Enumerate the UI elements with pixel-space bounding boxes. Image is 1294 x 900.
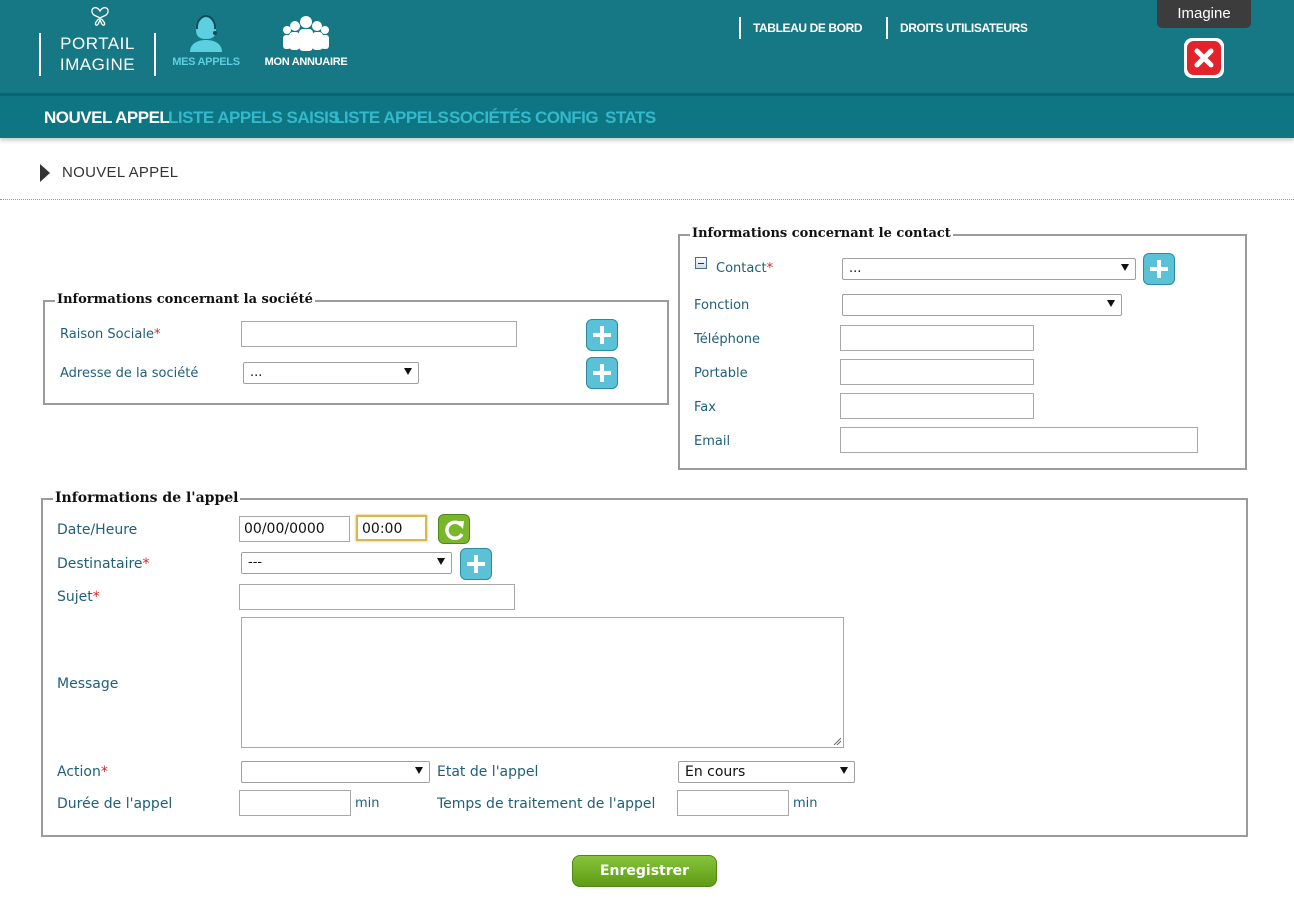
butterfly-icon [91,7,109,26]
nav-mon-annuaire[interactable]: MON ANNUAIRE [262,14,350,68]
tab-nouvel-appel[interactable]: NOUVEL APPEL [44,108,170,128]
add-societe-button[interactable] [586,319,618,351]
email-input[interactable] [840,427,1198,453]
societe-fieldset: Informations concernant la société [43,292,669,405]
refresh-icon [445,520,464,540]
add-contact-button[interactable] [1143,253,1175,285]
fonction-label: Fonction [694,298,750,313]
portable-label: Portable [694,366,748,381]
duree-appel-label: Durée de l'appel [57,796,173,812]
temps-traitement-label: Temps de traitement de l'appel [437,796,656,812]
user-badge[interactable]: Imagine [1157,0,1251,28]
tab-stats[interactable]: STATS [605,108,656,128]
headset-user-icon [190,14,222,52]
adresse-societe-select[interactable]: ... [243,362,419,384]
action-label: Action* [57,764,108,780]
tab-liste-appels[interactable]: LISTE APPELS [334,108,449,128]
add-destinataire-button[interactable] [460,548,492,580]
top-header: PORTAIL IMAGINE MES APPELS MON ANNUAIRE … [0,0,1294,93]
chevron-down-icon [404,368,412,375]
close-icon [1194,48,1214,68]
contact-select[interactable]: ... [842,258,1136,280]
time-input[interactable]: 00:00 [356,515,427,541]
destinataire-select[interactable]: --- [241,552,452,574]
breadcrumb: NOUVEL APPEL [62,164,179,181]
date-heure-label: Date/Heure [57,522,138,538]
societe-legend: Informations concernant la société [55,292,315,307]
tableau-de-bord-link[interactable]: TABLEAU DE BORD [739,17,863,39]
destinataire-label: Destinataire* [57,556,150,572]
chevron-down-icon [415,767,423,774]
separator [0,199,1294,200]
sujet-input[interactable] [239,584,515,610]
group-icon [283,16,329,51]
email-label: Email [694,434,731,449]
add-adresse-button[interactable] [586,357,618,389]
action-select[interactable] [241,761,430,783]
tab-config[interactable]: CONFIG [535,108,599,128]
logo-line-2: IMAGINE [59,55,136,74]
fonction-select[interactable] [842,294,1122,316]
duree-appel-input[interactable] [239,790,351,816]
appel-legend: Informations de l'appel [53,490,241,506]
chevron-down-icon [840,767,848,774]
etat-appel-select[interactable]: En cours [678,761,855,783]
raison-sociale-input[interactable] [241,321,517,347]
resize-grip-icon[interactable] [833,737,841,745]
collapse-icon[interactable] [695,257,707,269]
logout-button[interactable] [1184,38,1224,78]
main-nav: NOUVEL APPEL LISTE APPELS SAISIS LISTE A… [0,93,1294,138]
duree-unit: min [355,796,380,811]
droits-utilisateurs-link[interactable]: DROITS UTILISATEURS [886,17,1028,39]
date-input[interactable]: 00/00/0000 [239,516,350,542]
chevron-down-icon [437,558,445,565]
temps-traitement-input[interactable] [677,790,789,816]
tab-liste-appels-saisis[interactable]: LISTE APPELS SAISIS [168,108,340,128]
raison-sociale-label: Raison Sociale* [60,327,161,342]
chevron-down-icon [1107,300,1115,307]
telephone-input[interactable] [840,325,1034,351]
etat-appel-label: Etat de l'appel [437,764,539,780]
chevron-down-icon [1121,264,1129,271]
contact-label: Contact* [716,261,774,276]
mes-appels-label: MES APPELS [172,56,240,68]
adresse-societe-label: Adresse de la société [60,366,199,381]
portable-input[interactable] [840,359,1034,385]
nav-mes-appels[interactable]: MES APPELS [170,14,242,68]
refresh-datetime-button[interactable] [438,514,470,544]
logo-line-1: PORTAIL [60,34,135,53]
sujet-label: Sujet* [57,589,100,605]
mon-annuaire-label: MON ANNUAIRE [264,56,348,68]
save-button[interactable]: Enregistrer [572,855,717,887]
portal-logo[interactable]: PORTAIL IMAGINE [39,7,156,76]
message-textarea[interactable] [241,617,844,748]
tab-societes[interactable]: SOCIÉTÉS [449,108,531,128]
message-label: Message [57,676,119,692]
fax-label: Fax [694,400,716,415]
message-value [242,618,843,626]
telephone-label: Téléphone [694,332,761,347]
contact-legend: Informations concernant le contact [690,226,953,241]
temps-unit: min [793,796,818,811]
fax-input[interactable] [840,393,1034,419]
breadcrumb-arrow-icon [40,164,50,182]
